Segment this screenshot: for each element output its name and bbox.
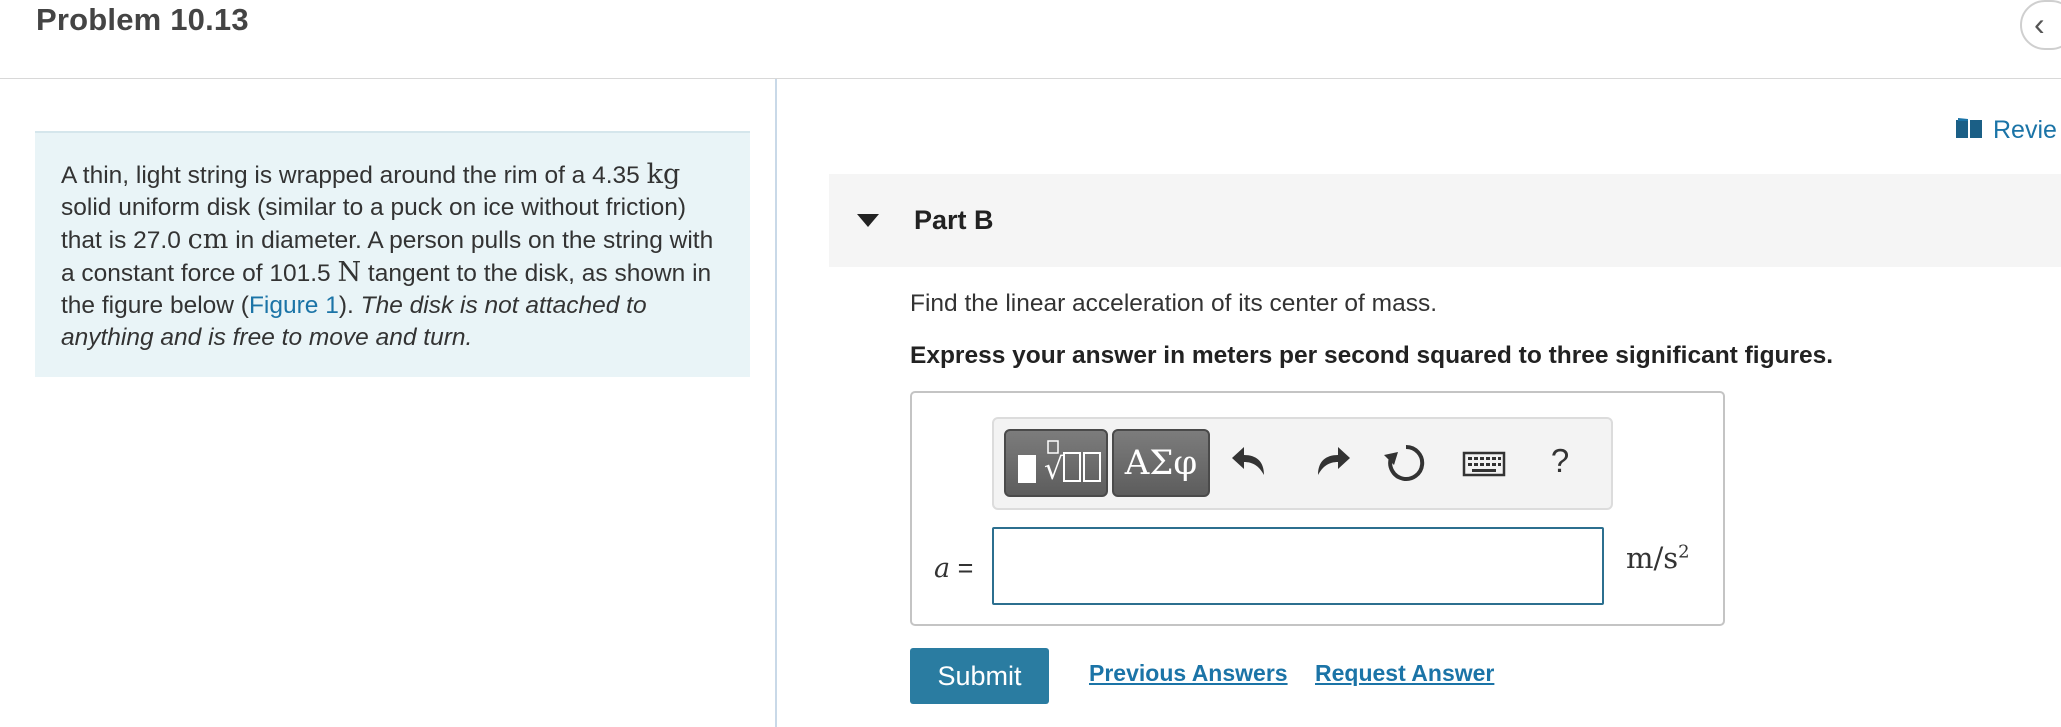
unit-exponent: 2 <box>1678 541 1690 563</box>
answer-unit: m/s2 <box>1626 541 1690 575</box>
answer-input[interactable] <box>992 527 1604 605</box>
keyboard-icon <box>1462 451 1506 477</box>
figure-link[interactable]: Figure 1 <box>249 292 339 319</box>
previous-answers-link[interactable]: Previous Answers <box>1089 660 1288 687</box>
unit-force: N <box>337 257 362 288</box>
chevron-left-icon: ‹ <box>2034 6 2045 42</box>
equals-sign: = <box>950 553 974 583</box>
request-answer-link[interactable]: Request Answer <box>1315 660 1494 687</box>
reset-button[interactable] <box>1380 437 1432 489</box>
keyboard-button[interactable] <box>1458 437 1510 489</box>
symbols-button[interactable]: ΑΣφ <box>1112 429 1210 497</box>
symbols-label: ΑΣφ <box>1124 443 1198 483</box>
help-button[interactable]: ? <box>1534 437 1586 489</box>
instruction-text: Express your answer in meters per second… <box>910 342 1834 369</box>
question-text: Find the linear acceleration of its cent… <box>910 290 1438 317</box>
undo-button[interactable] <box>1226 437 1278 489</box>
answer-variable-label: a = <box>934 553 973 584</box>
statement-text: ). <box>338 292 361 319</box>
problem-title: Problem 10.13 <box>36 2 249 37</box>
redo-icon <box>1318 447 1350 475</box>
part-label: Part B <box>914 205 994 235</box>
book-icon <box>1955 117 1983 146</box>
variable-symbol: a <box>934 553 951 584</box>
review-label: Revie <box>1993 116 2057 144</box>
unit-mass: kg <box>646 159 681 190</box>
math-toolbar: √ ΑΣφ ? <box>992 417 1613 510</box>
answer-box: √ ΑΣφ ? a = m/s2 <box>910 391 1725 626</box>
review-link[interactable]: Revie <box>1955 116 2057 146</box>
templates-icon: √ <box>1018 440 1101 487</box>
problem-statement: A thin, light string is wrapped around t… <box>35 131 750 377</box>
reset-icon <box>1384 444 1425 481</box>
panel-divider[interactable] <box>775 79 777 727</box>
part-header[interactable]: Part B <box>829 174 2061 267</box>
collapse-panel-button[interactable]: ‹ <box>2020 0 2061 50</box>
redo-button[interactable] <box>1304 437 1356 489</box>
top-bar: Problem 10.13 ‹ <box>0 0 2061 79</box>
unit-base: m/s <box>1626 541 1679 575</box>
caret-down-icon <box>857 214 879 227</box>
undo-icon <box>1232 447 1264 475</box>
statement-text: A thin, light string is wrapped around t… <box>61 162 647 189</box>
svg-text:√: √ <box>1044 452 1064 487</box>
help-label: ? <box>1550 442 1570 479</box>
templates-button[interactable]: √ <box>1004 429 1108 497</box>
unit-length: cm <box>187 224 229 255</box>
submit-button[interactable]: Submit <box>910 648 1049 704</box>
